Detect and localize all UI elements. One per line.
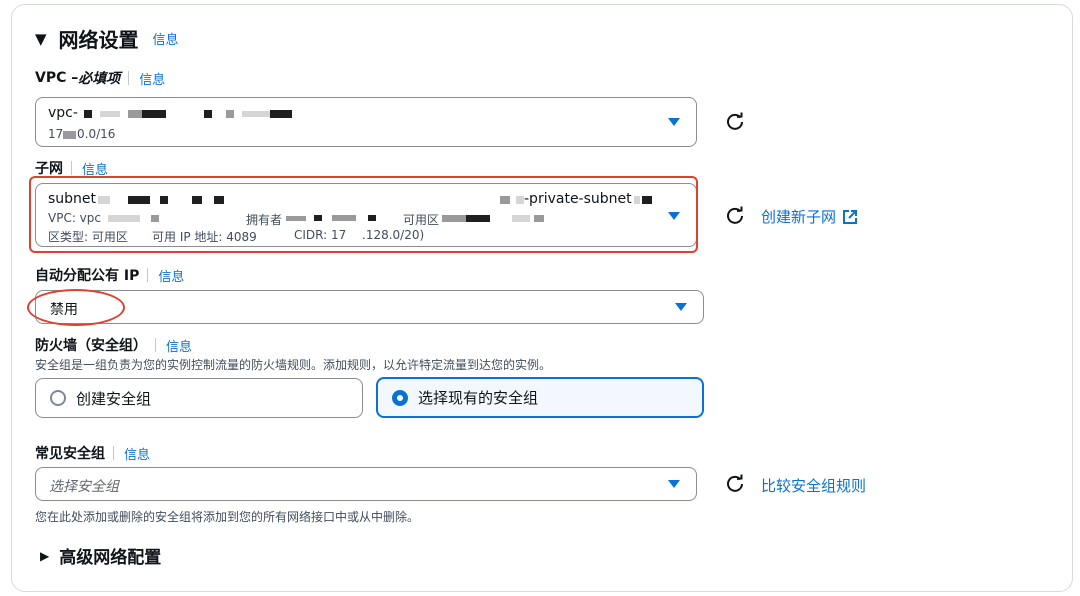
common-sg-label: 常见安全组 信息	[35, 443, 150, 463]
redaction	[100, 111, 120, 117]
vpc-cidr-prefix: 17	[48, 127, 64, 141]
refresh-icon[interactable]	[725, 112, 745, 132]
chevron-down-icon	[668, 118, 680, 126]
external-link-icon	[843, 209, 858, 224]
redaction	[84, 110, 92, 118]
common-sg-hint: 您在此处添加或删除的安全组将添加到您的所有网络接口中或从中删除。	[35, 510, 420, 524]
vpc-value: vpc-	[48, 105, 78, 121]
firewall-info-link[interactable]: 信息	[166, 336, 192, 355]
common-sg-info-link[interactable]: 信息	[124, 444, 150, 463]
subnet-label-text: 子网	[35, 161, 63, 177]
info-link[interactable]: 信息	[153, 29, 179, 48]
divider	[113, 446, 114, 460]
firewall-description: 安全组是一组负责为您的实例控制流量的防火墙规则。添加规则，以允许特定流量到达您的…	[35, 358, 552, 372]
redaction	[204, 110, 212, 118]
vpc-label-text: VPC –	[35, 70, 79, 86]
vpc-cidr-suffix: 0.0/16	[77, 127, 116, 141]
radio-button-selected[interactable]	[392, 389, 408, 406]
redaction	[128, 110, 142, 118]
create-subnet-link[interactable]: 创建新子网	[761, 206, 858, 227]
vpc-label: VPC – 必填项 信息	[35, 68, 165, 88]
radio-existing-label: 选择现有的安全组	[418, 389, 539, 407]
expand-triangle-icon[interactable]: ▶	[40, 549, 49, 563]
vpc-info-link[interactable]: 信息	[139, 69, 165, 88]
radio-button[interactable]	[50, 390, 66, 406]
divider	[71, 161, 72, 175]
auto-ip-label: 自动分配公有 IP 信息	[35, 265, 184, 285]
redaction	[270, 110, 292, 118]
refresh-icon[interactable]	[725, 206, 745, 226]
create-subnet-text[interactable]: 创建新子网	[761, 206, 836, 227]
common-sg-label-text: 常见安全组	[35, 446, 105, 462]
redaction	[242, 111, 270, 117]
subnet-info-link[interactable]: 信息	[82, 159, 108, 178]
collapse-triangle-icon[interactable]: ▼	[35, 30, 47, 48]
security-group-select[interactable]: 选择安全组	[35, 467, 697, 501]
compare-sg-rules-link[interactable]: 比较安全组规则	[761, 475, 866, 496]
chevron-down-icon	[668, 480, 680, 488]
divider	[128, 71, 130, 85]
security-group-placeholder: 选择安全组	[49, 479, 119, 495]
subnet-label: 子网 信息	[35, 158, 108, 178]
radio-create-label: 创建安全组	[76, 389, 152, 408]
auto-ip-select[interactable]: 禁用	[35, 290, 704, 324]
radio-create-security-group[interactable]: 创建安全组	[35, 378, 363, 418]
vpc-required-text: 必填项	[78, 71, 121, 87]
firewall-label-text: 防火墙（安全组）	[35, 338, 147, 354]
chevron-down-icon	[675, 303, 687, 311]
radio-existing-security-group[interactable]: 选择现有的安全组	[376, 377, 704, 418]
auto-ip-info-link[interactable]: 信息	[158, 266, 184, 285]
divider	[147, 268, 149, 282]
auto-ip-label-text: 自动分配公有 IP	[35, 268, 140, 284]
firewall-label: 防火墙（安全组） 信息	[35, 335, 192, 355]
vpc-select[interactable]: vpc- 17 0.0/16	[35, 97, 697, 147]
divider	[155, 338, 156, 352]
redaction	[63, 131, 76, 139]
redaction	[142, 110, 166, 118]
section-title[interactable]: ▼ 网络设置 信息	[35, 24, 179, 53]
section-title-text: 网络设置	[58, 28, 139, 52]
annotation-highlight-box	[29, 176, 698, 253]
advanced-network-label: 高级网络配置	[59, 548, 162, 568]
advanced-network-toggle[interactable]: ▶ 高级网络配置	[40, 543, 161, 568]
refresh-icon[interactable]	[725, 474, 745, 494]
annotation-highlight-ellipse	[27, 289, 125, 326]
redaction	[226, 110, 234, 118]
